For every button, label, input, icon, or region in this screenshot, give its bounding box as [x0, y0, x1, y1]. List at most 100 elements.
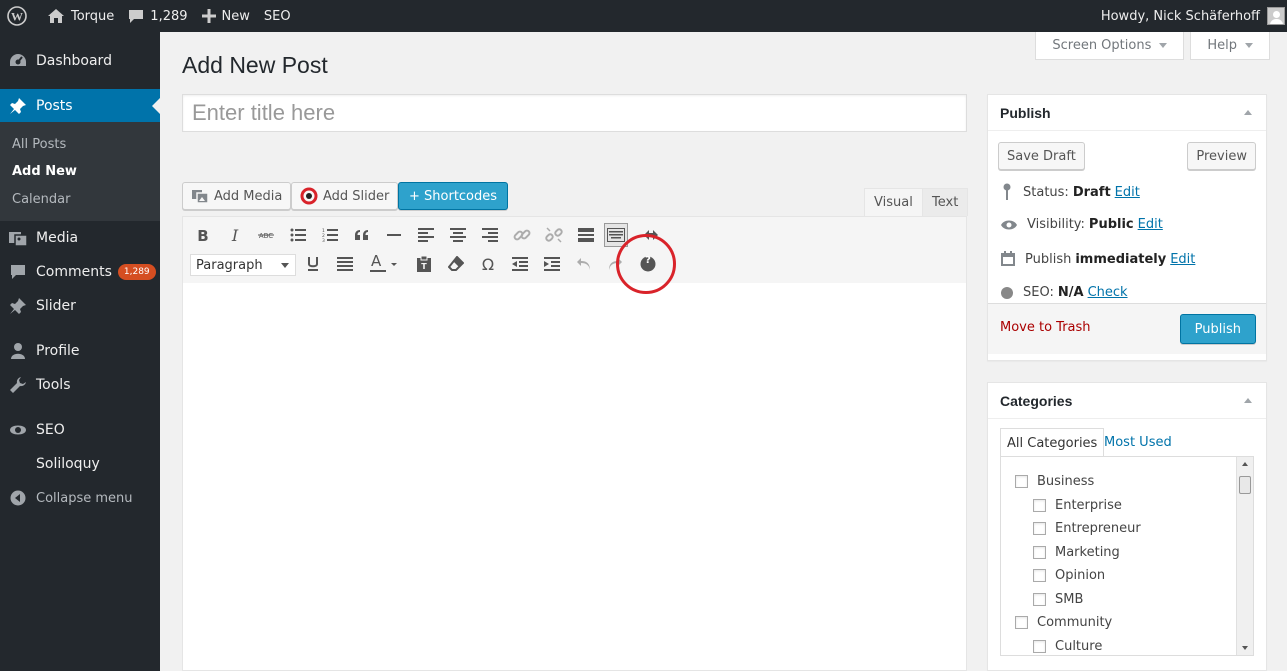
help-button[interactable]: Help [1190, 32, 1270, 60]
shortcodes-button[interactable]: + Shortcodes [398, 182, 509, 210]
post-title-input[interactable] [182, 94, 967, 132]
scrollbar-thumb[interactable] [1239, 476, 1251, 494]
align-left-button[interactable] [414, 223, 438, 247]
bold-button[interactable]: B [191, 223, 215, 247]
tab-all-categories[interactable]: All Categories [1000, 428, 1105, 457]
add-slider-button[interactable]: Add Slider [291, 182, 399, 210]
redo-button[interactable] [603, 252, 627, 276]
category-checkbox[interactable] [1033, 569, 1046, 582]
sidebar-label-seo: SEO [36, 422, 65, 438]
calendar-icon [1001, 251, 1015, 266]
align-right-button[interactable] [478, 223, 502, 247]
category-checklist[interactable]: Business Enterprise Entrepreneur Marketi… [1000, 456, 1254, 656]
category-checkbox[interactable] [1033, 499, 1046, 512]
submenu-add-new[interactable]: Add New [12, 164, 77, 179]
outdent-button[interactable] [508, 252, 532, 276]
comments-link[interactable]: 1,289 [121, 0, 194, 32]
save-draft-button[interactable]: Save Draft [998, 142, 1085, 170]
add-slider-label: Add Slider [323, 188, 390, 204]
site-name-link[interactable]: Torque [40, 0, 121, 32]
undo-button[interactable] [572, 252, 596, 276]
toolbar-toggle-button[interactable] [604, 223, 628, 247]
category-checkbox[interactable] [1033, 546, 1046, 559]
strikethrough-button[interactable]: ABC [254, 223, 278, 247]
sidebar-item-media[interactable]: Media [0, 221, 160, 255]
edit-status-link[interactable]: Edit [1115, 185, 1140, 200]
category-checkbox[interactable] [1015, 616, 1028, 629]
add-media-button[interactable]: Add Media [182, 182, 292, 210]
justify-button[interactable] [333, 252, 357, 276]
media-icon [192, 190, 209, 204]
tab-most-used[interactable]: Most Used [1098, 428, 1178, 457]
category-item[interactable]: Community [1015, 615, 1112, 630]
italic-button[interactable]: I [223, 223, 247, 247]
collapse-menu-label: Collapse menu [36, 490, 133, 506]
category-item[interactable]: SMB [1033, 592, 1083, 607]
seo-check-link[interactable]: Check [1088, 285, 1128, 300]
publish-date-label: Publish [1025, 251, 1072, 267]
wordpress-logo-icon[interactable]: W [0, 0, 40, 32]
sidebar-item-profile[interactable]: Profile [0, 334, 160, 368]
category-checkbox[interactable] [1033, 640, 1046, 653]
indent-button[interactable] [540, 252, 564, 276]
screen-options-button[interactable]: Screen Options [1035, 32, 1185, 60]
category-item[interactable]: Entrepreneur [1033, 521, 1141, 536]
category-item[interactable]: Marketing [1033, 545, 1120, 560]
remove-link-button[interactable] [542, 223, 566, 247]
collapse-toggle-icon[interactable] [1244, 398, 1252, 403]
seo-admin-link[interactable]: SEO [257, 0, 298, 32]
category-checkbox[interactable] [1033, 593, 1046, 606]
collapse-toggle-icon[interactable] [1244, 110, 1252, 115]
category-item[interactable]: Culture [1033, 639, 1102, 654]
align-center-button[interactable] [446, 223, 470, 247]
category-list-scrollbar[interactable] [1236, 457, 1253, 655]
category-checkbox[interactable] [1033, 522, 1046, 535]
edit-visibility-link[interactable]: Edit [1138, 217, 1163, 232]
category-label: Enterprise [1055, 498, 1122, 513]
omega-icon: Ω [481, 254, 495, 274]
keyboard-shortcuts-help-button[interactable]: ? [636, 252, 660, 276]
sidebar-item-soliloquy[interactable]: Soliloquy [0, 447, 160, 481]
submenu-calendar[interactable]: Calendar [12, 192, 70, 207]
sidebar-item-comments[interactable]: Comments 1,289 [0, 255, 160, 289]
horizontal-line-button[interactable] [382, 223, 406, 247]
sidebar-item-seo[interactable]: SEO [0, 413, 160, 447]
tab-text[interactable]: Text [922, 188, 969, 216]
scroll-down-arrow-icon[interactable] [1242, 646, 1248, 650]
new-content-link[interactable]: New [195, 0, 257, 32]
sidebar-item-slider[interactable]: Slider [0, 289, 160, 323]
clear-formatting-button[interactable] [444, 252, 468, 276]
editor-content-area[interactable] [182, 283, 967, 671]
special-character-button[interactable]: Ω [476, 252, 500, 276]
collapse-menu-button[interactable]: Collapse menu [0, 481, 160, 515]
paste-as-text-button[interactable]: T [412, 252, 436, 276]
sidebar-item-tools[interactable]: Tools [0, 368, 160, 402]
text-color-button[interactable]: A [366, 252, 400, 276]
numbered-list-button[interactable]: 123 [318, 223, 342, 247]
publish-button[interactable]: Publish [1179, 314, 1256, 344]
category-label: Culture [1055, 639, 1103, 654]
edit-date-link[interactable]: Edit [1170, 252, 1195, 267]
visibility-value: Public [1088, 217, 1134, 232]
category-item[interactable]: Enterprise [1033, 498, 1122, 513]
preview-button[interactable]: Preview [1187, 142, 1256, 170]
blockquote-button[interactable] [350, 223, 374, 247]
underline-button[interactable] [301, 252, 325, 276]
bullet-list-icon [290, 228, 306, 242]
sidebar-item-dashboard[interactable]: Dashboard [0, 44, 160, 78]
read-more-button[interactable] [574, 223, 598, 247]
bullet-list-button[interactable] [286, 223, 310, 247]
category-item[interactable]: Business [1015, 474, 1094, 489]
tab-visual[interactable]: Visual [864, 188, 923, 216]
account-menu[interactable]: Howdy, Nick Schäferhoff [1101, 0, 1287, 32]
insert-link-button[interactable] [510, 223, 534, 247]
category-item[interactable]: Opinion [1033, 568, 1105, 583]
paragraph-format-select[interactable]: Paragraph [190, 254, 296, 276]
admin-sidebar: Dashboard Posts All Posts Add New Calend… [0, 32, 160, 671]
move-to-trash-link[interactable]: Move to Trash [1000, 320, 1091, 335]
scroll-up-arrow-icon[interactable] [1242, 462, 1248, 466]
category-checkbox[interactable] [1015, 475, 1028, 488]
sidebar-item-posts[interactable]: Posts [0, 89, 160, 123]
submenu-all-posts[interactable]: All Posts [12, 137, 66, 152]
fullscreen-button[interactable] [639, 223, 663, 247]
